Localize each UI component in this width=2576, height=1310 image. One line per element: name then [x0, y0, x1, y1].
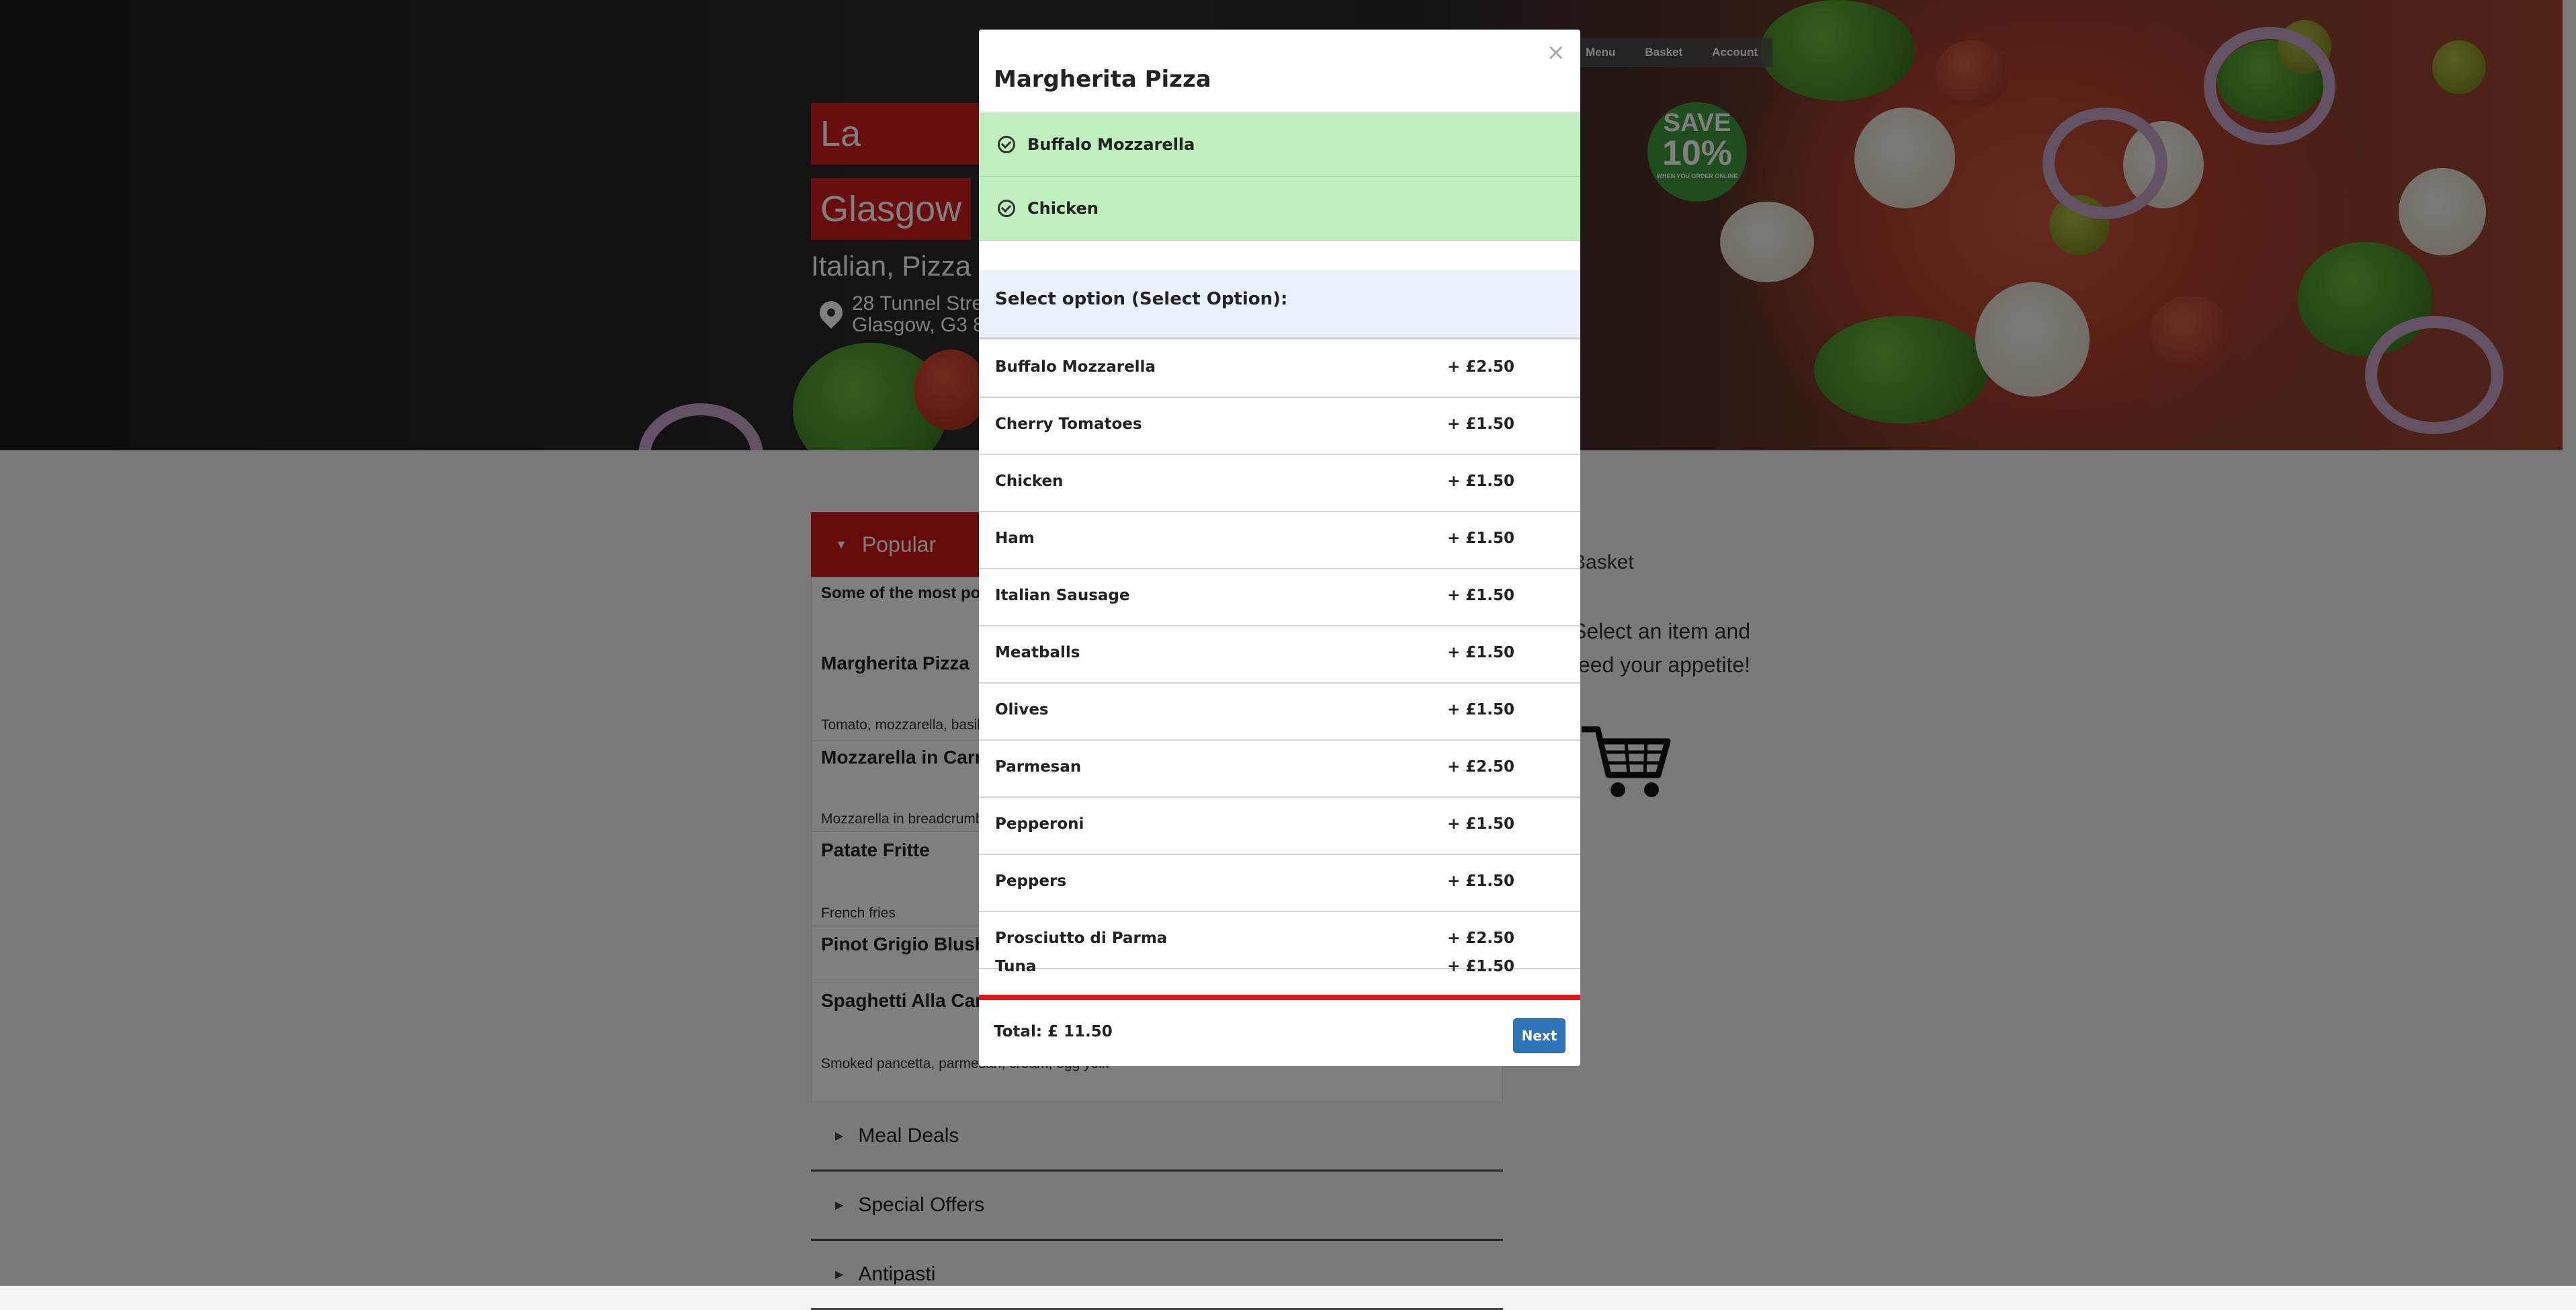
option-price: + £2.50	[1447, 758, 1515, 776]
option-price: + £1.50	[1447, 473, 1515, 490]
option-price: + £1.50	[1447, 958, 1515, 975]
option-name: Buffalo Mozzarella	[995, 358, 1156, 376]
next-button[interactable]: Next	[1513, 1018, 1565, 1053]
option-row[interactable]: Ham + £1.50	[979, 511, 1580, 569]
option-row[interactable]: Chicken + £1.50	[979, 454, 1580, 512]
selected-option-row[interactable]: Chicken	[979, 177, 1580, 241]
product-options-modal: × Margherita Pizza Buffalo Mozzarella Ch…	[979, 30, 1580, 1066]
option-name: Peppers	[995, 872, 1067, 890]
option-name: Pepperoni	[995, 815, 1084, 833]
option-price: + £2.50	[1447, 358, 1515, 376]
selected-option-label: Chicken	[1027, 199, 1099, 218]
option-name: Meatballs	[995, 644, 1080, 661]
option-price: + £1.50	[1447, 530, 1515, 547]
option-row[interactable]: Pepperoni + £1.50	[979, 796, 1580, 855]
close-icon[interactable]: ×	[1547, 39, 1566, 66]
option-group-title: Select option (Select Option):	[995, 289, 1288, 309]
option-price: + £1.50	[1447, 644, 1515, 661]
modal-title: Margherita Pizza	[994, 66, 1211, 93]
option-row[interactable]: Meatballs + £1.50	[979, 625, 1580, 684]
option-price: + £1.50	[1447, 872, 1515, 890]
option-price: + £1.50	[1447, 701, 1515, 719]
option-name: Tuna	[995, 958, 1037, 975]
option-row[interactable]: Buffalo Mozzarella + £2.50	[979, 339, 1580, 398]
check-circle-icon	[998, 200, 1015, 217]
selected-option-row[interactable]: Buffalo Mozzarella	[979, 113, 1580, 177]
option-name: Italian Sausage	[995, 587, 1130, 604]
check-circle-icon	[998, 136, 1015, 153]
option-row[interactable]: Peppers + £1.50	[979, 854, 1580, 912]
option-group-heading: Select option (Select Option):	[979, 270, 1580, 339]
option-row[interactable]: Cherry Tomatoes + £1.50	[979, 397, 1580, 455]
option-name: Olives	[995, 701, 1049, 719]
option-row[interactable]: Olives + £1.50	[979, 682, 1580, 741]
option-row[interactable]: Italian Sausage + £1.50	[979, 568, 1580, 626]
modal-footer-divider	[979, 995, 1580, 1000]
option-name: Ham	[995, 530, 1035, 547]
option-row[interactable]: Parmesan + £2.50	[979, 739, 1580, 798]
option-name: Chicken	[995, 473, 1064, 490]
order-total: Total: £ 11.50	[994, 1023, 1113, 1040]
option-name: Cherry Tomatoes	[995, 415, 1142, 433]
option-price: + £1.50	[1447, 415, 1515, 433]
selected-option-label: Buffalo Mozzarella	[1027, 135, 1195, 154]
option-name: Parmesan	[995, 758, 1082, 776]
option-row[interactable]: Tuna + £1.50	[979, 938, 1580, 995]
option-price: + £1.50	[1447, 815, 1515, 833]
option-price: + £1.50	[1447, 587, 1515, 604]
